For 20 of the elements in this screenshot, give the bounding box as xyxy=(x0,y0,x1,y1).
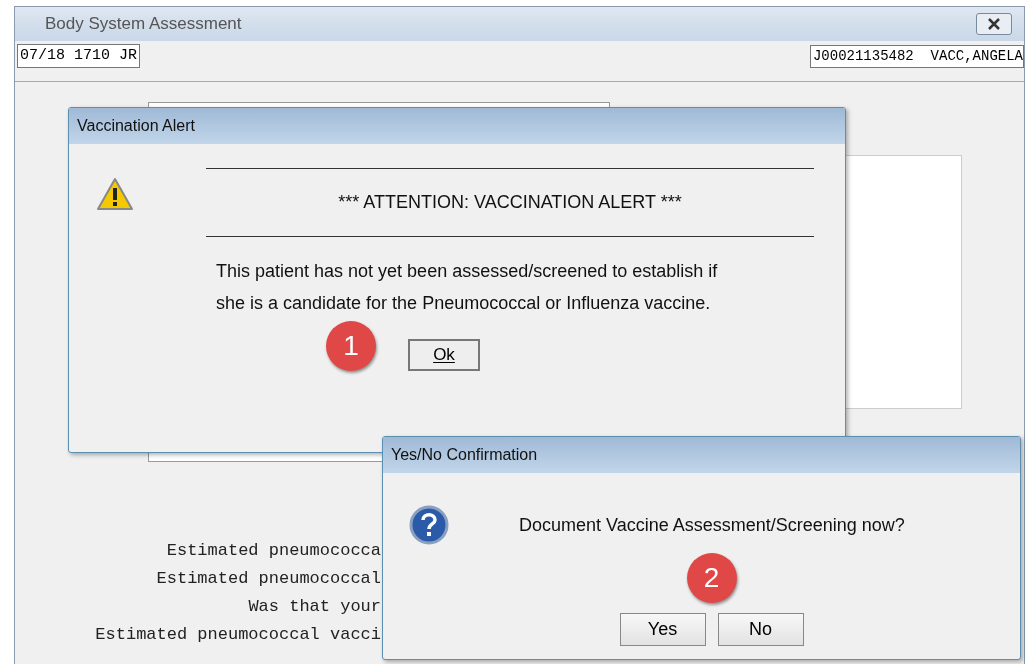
step-marker: 2 xyxy=(686,553,737,603)
patient-field: J00021135482 VACC,ANGELA xyxy=(809,44,1024,68)
alert-message: This patient has not yet been assessed/screened to establish if she is a candidate for the Pneumococcal or Influenza vaccine. xyxy=(215,260,719,315)
dialog-title: Yes/No Confirmation xyxy=(391,445,538,465)
form-label: Was that your xyxy=(248,596,381,618)
window-title: Body System Assessment xyxy=(45,13,242,36)
form-label: Estimated pneumococcal vacci xyxy=(95,624,381,646)
warning-icon xyxy=(96,177,134,211)
dialog-button[interactable]: Yes xyxy=(619,613,706,646)
form-label: Estimated pneumococcal xyxy=(156,568,381,590)
step-marker: 1 xyxy=(326,321,376,371)
dialog-title: Vaccination Alert xyxy=(77,116,195,136)
date-field: 07/18 1710 JR xyxy=(17,43,141,69)
form-label: Estimated pneumococca xyxy=(166,540,381,562)
alert-heading: *** ATTENTION: VACCINATION ALERT *** xyxy=(337,191,683,214)
confirm-message: Document Vaccine Assessment/Screening now? xyxy=(519,513,905,537)
help-icon xyxy=(409,505,449,545)
ok-button[interactable]: Ok xyxy=(408,339,480,371)
dialog-button[interactable]: No xyxy=(717,613,804,646)
close-icon[interactable] xyxy=(976,13,1012,35)
